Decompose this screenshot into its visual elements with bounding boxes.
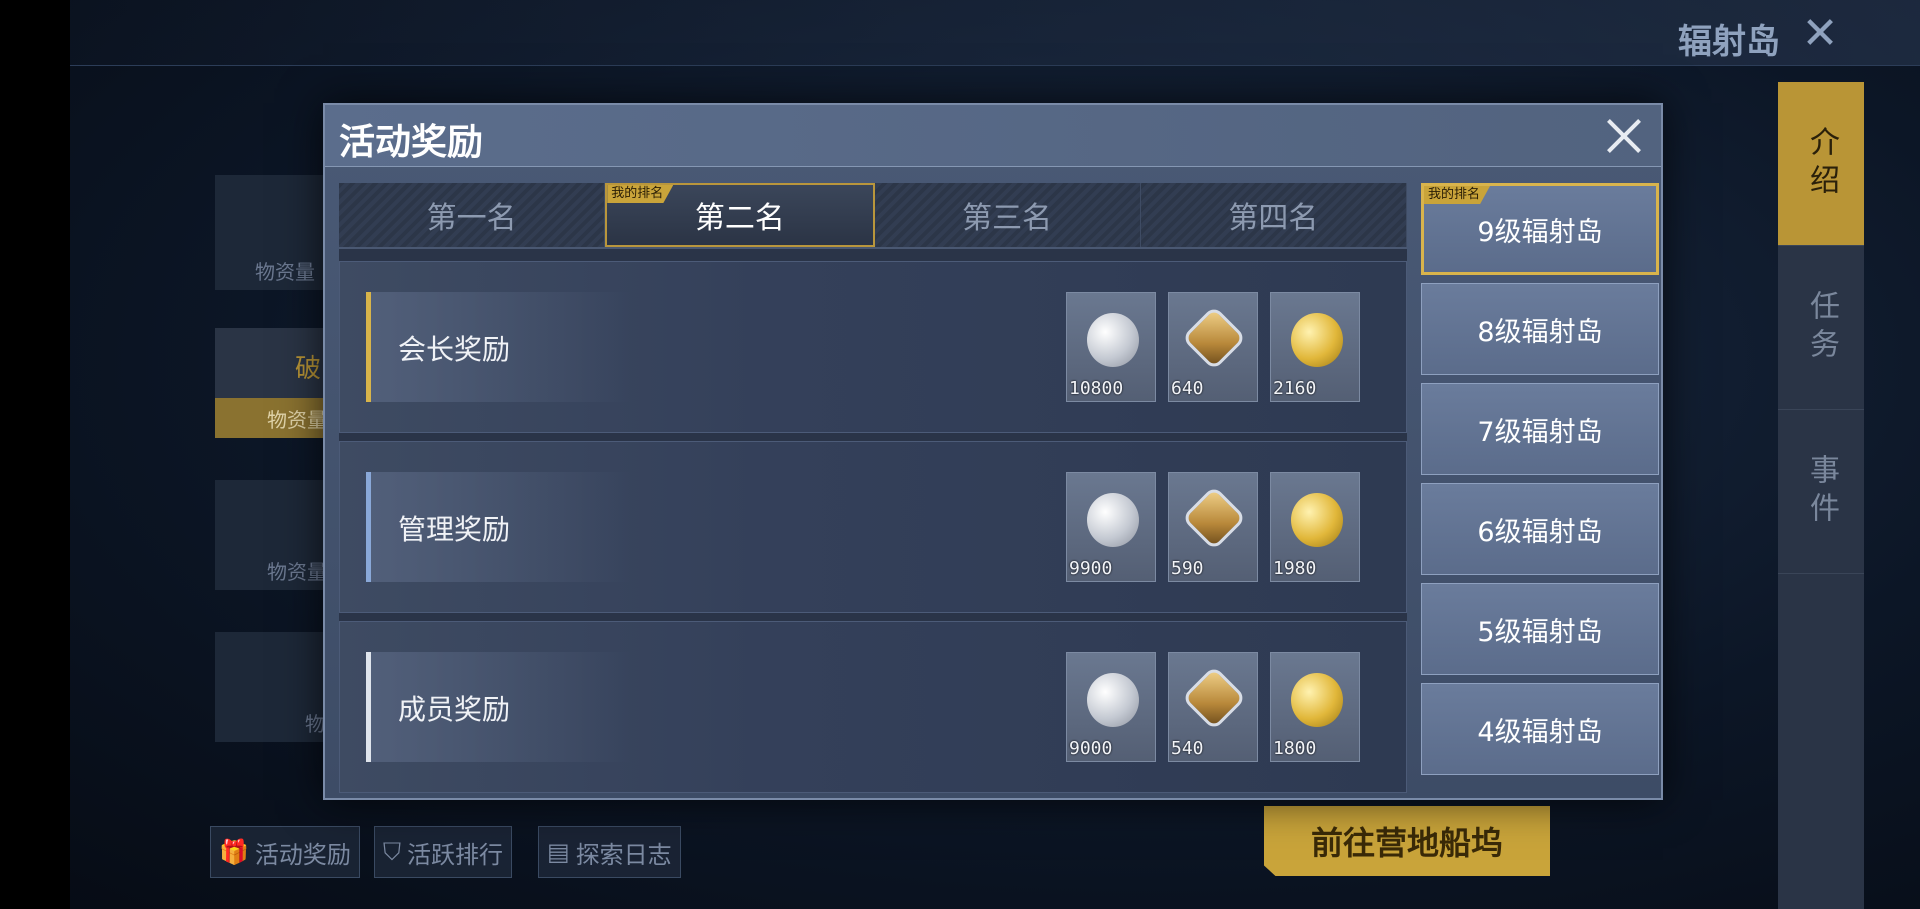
button-label: 活跃排行 bbox=[407, 840, 503, 869]
island-level-list[interactable]: 我的排名 9级辐射岛 8级辐射岛 7级辐射岛 6级辐射岛 5级辐射岛 4级辐射岛 bbox=[1421, 183, 1659, 789]
tab-rank-1[interactable]: 第一名 bbox=[339, 183, 606, 247]
island-item-8[interactable]: 8级辐射岛 bbox=[1421, 283, 1659, 375]
tab-rank-3[interactable]: 第三名 bbox=[875, 183, 1141, 247]
my-rank-badge: 我的排名 bbox=[607, 185, 674, 203]
go-to-dock-button[interactable]: 前往营地船坞 bbox=[1264, 806, 1550, 876]
shield-icon: ⛉ bbox=[383, 838, 401, 866]
item-qty: 10800 bbox=[1069, 378, 1124, 399]
reward-items: 10800 640 2160 bbox=[1066, 292, 1360, 402]
reward-item[interactable]: 590 bbox=[1168, 472, 1258, 582]
modal-header: 活动奖励 bbox=[325, 105, 1661, 167]
reward-items: 9900 590 1980 bbox=[1066, 472, 1360, 582]
item-qty: 1980 bbox=[1273, 558, 1317, 579]
island-item-7[interactable]: 7级辐射岛 bbox=[1421, 383, 1659, 475]
badge-icon bbox=[1181, 485, 1247, 551]
island-label: 8级辐射岛 bbox=[1477, 316, 1603, 348]
gold-coin-icon bbox=[1291, 673, 1343, 727]
reward-item[interactable]: 2160 bbox=[1270, 292, 1360, 402]
rank-tabs: 第一名 我的排名 第二名 第三名 第四名 bbox=[339, 183, 1407, 249]
gold-coin-icon bbox=[1291, 313, 1343, 367]
reward-item[interactable]: 540 bbox=[1168, 652, 1258, 762]
top-close-icon[interactable]: ✕ bbox=[1798, 12, 1842, 56]
log-icon: ▤ bbox=[547, 838, 570, 866]
island-label: 4级辐射岛 bbox=[1477, 716, 1603, 748]
reward-item[interactable]: 640 bbox=[1168, 292, 1258, 402]
item-qty: 590 bbox=[1171, 558, 1204, 579]
button-label: 探索日志 bbox=[575, 840, 672, 869]
reward-row-manager: 管理奖励 9900 590 1980 bbox=[339, 441, 1407, 613]
tab-label: 第二名 bbox=[694, 201, 785, 236]
top-title: 辐射岛 bbox=[1678, 22, 1780, 62]
reward-label: 会长奖励 bbox=[398, 333, 511, 366]
button-label: 活动奖励 bbox=[254, 840, 351, 869]
reward-row-leader: 会长奖励 10800 640 2160 bbox=[339, 261, 1407, 433]
badge-icon bbox=[1181, 665, 1247, 731]
bg-label: 破 bbox=[295, 354, 322, 384]
tab-rank-4[interactable]: 第四名 bbox=[1141, 183, 1407, 247]
explore-log-button[interactable]: ▤ 探索日志 bbox=[538, 826, 681, 878]
reward-item[interactable]: 1980 bbox=[1270, 472, 1360, 582]
island-label: 6级辐射岛 bbox=[1477, 516, 1603, 548]
tab-label: 第四名 bbox=[1228, 201, 1319, 236]
island-item-9[interactable]: 我的排名 9级辐射岛 bbox=[1421, 183, 1659, 275]
island-label: 9级辐射岛 bbox=[1477, 216, 1603, 248]
gold-coin-icon bbox=[1291, 493, 1343, 547]
side-tab-tasks[interactable]: 任务 bbox=[1778, 246, 1864, 410]
island-item-4[interactable]: 4级辐射岛 bbox=[1421, 683, 1659, 775]
side-tabs: 介绍 任务 事件 bbox=[1778, 82, 1864, 909]
bg-label: 物 bbox=[305, 712, 325, 736]
gift-icon: 🎁 bbox=[219, 838, 249, 866]
island-item-6[interactable]: 6级辐射岛 bbox=[1421, 483, 1659, 575]
tab-rank-2[interactable]: 我的排名 第二名 bbox=[605, 183, 875, 247]
activity-reward-button[interactable]: 🎁 活动奖励 bbox=[210, 826, 360, 878]
left-edge bbox=[0, 0, 70, 909]
bg-label: 物资量 bbox=[267, 560, 327, 584]
island-label: 7级辐射岛 bbox=[1477, 416, 1603, 448]
bg-label: 物资量 bbox=[267, 408, 327, 432]
top-bar: 辐射岛 ✕ bbox=[70, 0, 1920, 66]
activity-reward-modal: 活动奖励 第一名 我的排名 第二名 第三名 第四名 会长奖励 10800 640… bbox=[323, 103, 1663, 800]
reward-label: 管理奖励 bbox=[398, 513, 511, 546]
reward-item[interactable]: 9900 bbox=[1066, 472, 1156, 582]
badge-icon bbox=[1181, 305, 1247, 371]
silver-coin-icon bbox=[1087, 673, 1139, 727]
silver-coin-icon bbox=[1087, 313, 1139, 367]
item-qty: 2160 bbox=[1273, 378, 1317, 399]
silver-coin-icon bbox=[1087, 493, 1139, 547]
item-qty: 9000 bbox=[1069, 738, 1113, 759]
side-tab-intro[interactable]: 介绍 bbox=[1778, 82, 1864, 246]
bg-label: 物资量 bbox=[255, 260, 315, 284]
item-qty: 1800 bbox=[1273, 738, 1317, 759]
modal-title: 活动奖励 bbox=[339, 122, 484, 163]
tab-label: 第一名 bbox=[426, 201, 517, 236]
my-rank-badge: 我的排名 bbox=[1424, 186, 1491, 204]
item-qty: 9900 bbox=[1069, 558, 1113, 579]
island-label: 5级辐射岛 bbox=[1477, 616, 1603, 648]
active-ranking-button[interactable]: ⛉ 活跃排行 bbox=[374, 826, 512, 878]
island-item-5[interactable]: 5级辐射岛 bbox=[1421, 583, 1659, 675]
reward-content: 第一名 我的排名 第二名 第三名 第四名 会长奖励 10800 640 2160… bbox=[339, 183, 1407, 793]
reward-row-member: 成员奖励 9000 540 1800 bbox=[339, 621, 1407, 793]
reward-label: 成员奖励 bbox=[398, 693, 511, 726]
item-qty: 540 bbox=[1171, 738, 1204, 759]
reward-item[interactable]: 10800 bbox=[1066, 292, 1156, 402]
side-tab-events[interactable]: 事件 bbox=[1778, 410, 1864, 574]
reward-items: 9000 540 1800 bbox=[1066, 652, 1360, 762]
close-icon[interactable] bbox=[1599, 111, 1649, 161]
reward-item[interactable]: 1800 bbox=[1270, 652, 1360, 762]
reward-item[interactable]: 9000 bbox=[1066, 652, 1156, 762]
tab-label: 第三名 bbox=[962, 201, 1053, 236]
item-qty: 640 bbox=[1171, 378, 1204, 399]
